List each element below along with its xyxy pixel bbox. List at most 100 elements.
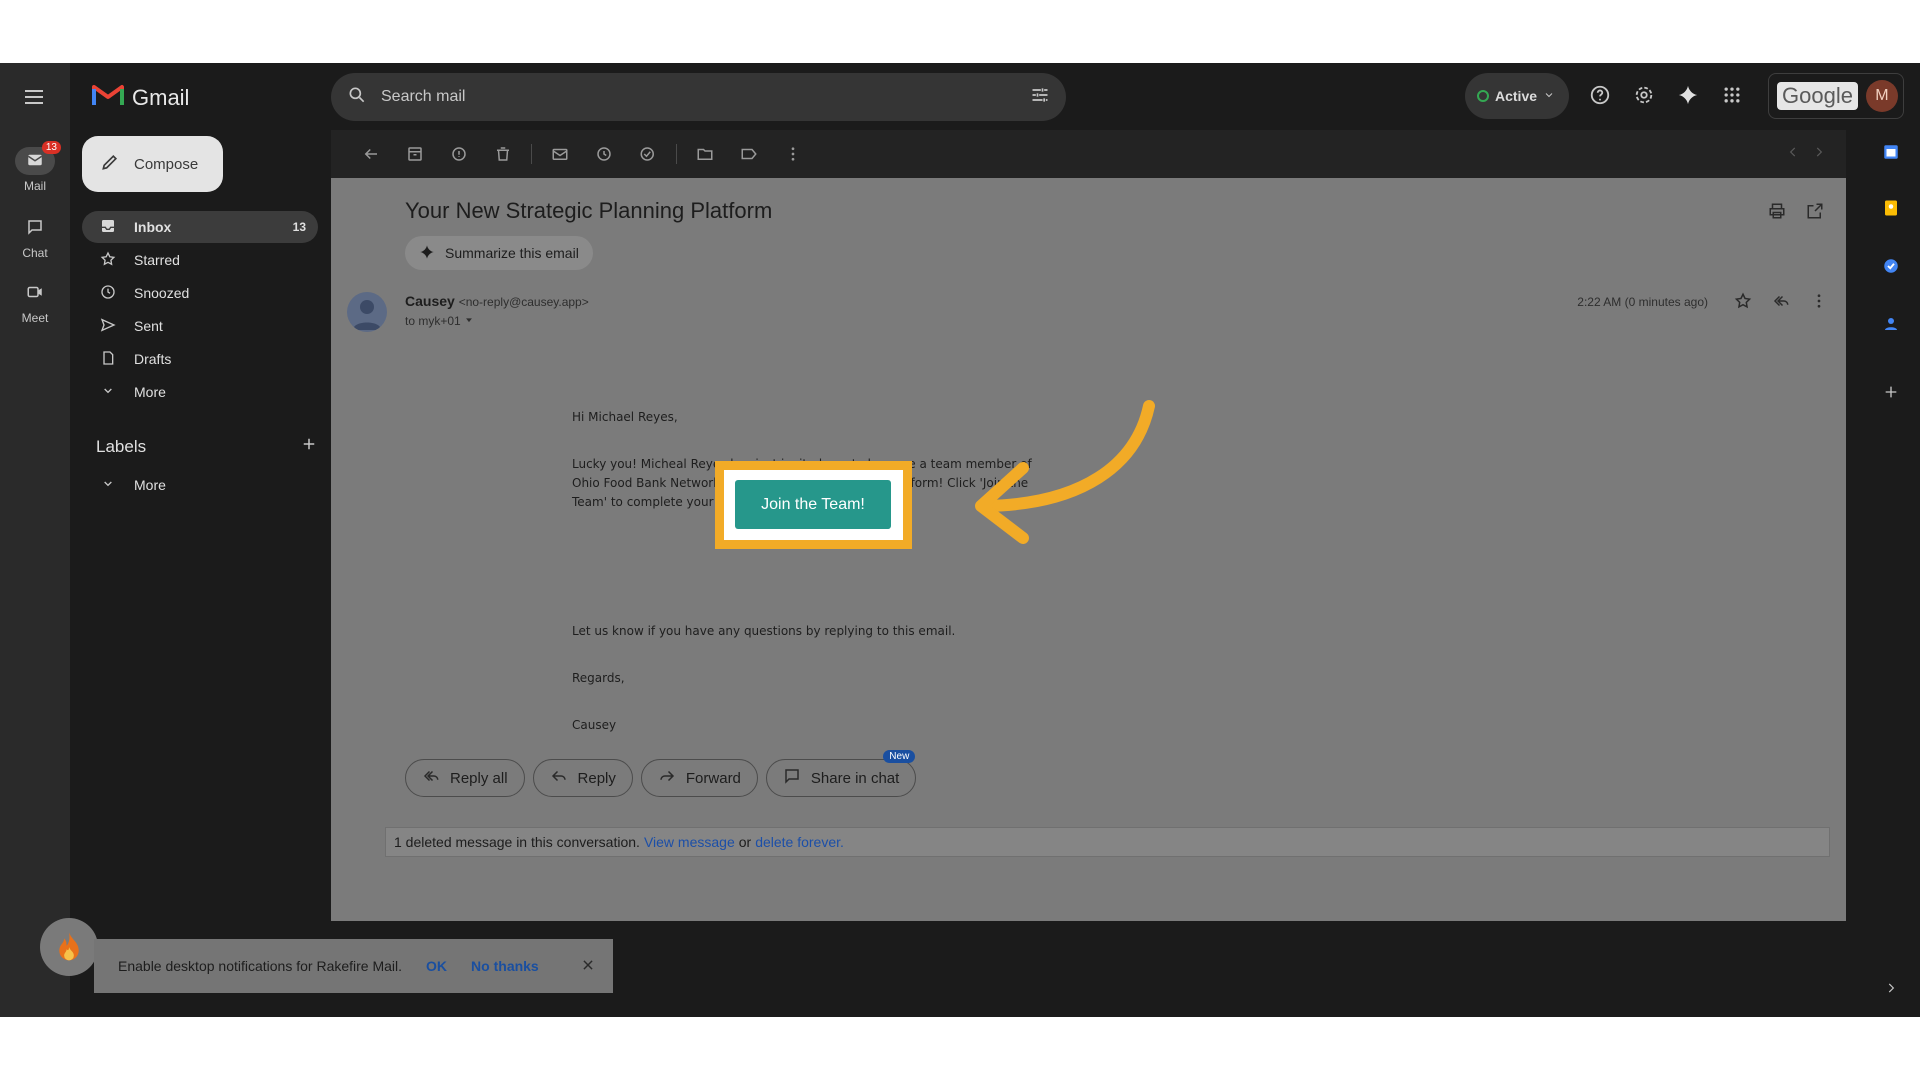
message-timestamp: 2:22 AM (0 minutes ago) (1577, 295, 1708, 309)
email-subject: Your New Strategic Planning Platform (405, 198, 773, 223)
toast-message: Enable desktop notifications for Rakefir… (118, 958, 403, 974)
message-actions (1734, 292, 1828, 315)
rail-chat-label: Chat (22, 246, 48, 260)
join-team-button[interactable]: Join the Team! (735, 480, 891, 529)
add-to-tasks-icon[interactable] (626, 136, 670, 172)
nav-item-label: More (134, 384, 166, 400)
nav-item-more[interactable]: More (82, 376, 318, 408)
toolbar-divider (531, 144, 532, 164)
main-menu-icon[interactable] (22, 85, 46, 109)
app-rail: 13 Mail Chat Meet (0, 63, 70, 1017)
labels-header: Labels (96, 435, 318, 458)
gemini-sparkle-icon[interactable] (1676, 83, 1700, 107)
nav-item-snoozed[interactable]: Snoozed (82, 277, 318, 309)
close-icon[interactable] (581, 958, 595, 975)
nav-item-sent[interactable]: Sent (82, 310, 318, 342)
message-view: Your New Strategic Planning Platform Sum… (331, 178, 1846, 921)
settings-gear-icon[interactable] (1632, 83, 1656, 107)
share-in-chat-button[interactable]: Share in chat New (765, 750, 917, 797)
search-options-icon[interactable] (1030, 85, 1050, 110)
add-addon-icon[interactable] (1882, 383, 1900, 401)
forward-label: Forward (685, 769, 741, 787)
back-arrow-icon[interactable] (349, 136, 393, 172)
nav-item-starred[interactable]: Starred (82, 244, 318, 276)
star-icon[interactable] (1734, 292, 1752, 315)
delete-forever-link[interactable]: delete forever. (755, 834, 844, 850)
archive-icon[interactable] (393, 136, 437, 172)
help-icon[interactable] (1588, 83, 1612, 107)
message-toolbar (331, 130, 1846, 178)
gmail-logo[interactable]: Gmail (92, 83, 189, 113)
nav-item-label: Sent (134, 318, 163, 334)
gmail-m-icon (92, 83, 124, 113)
reply-all-label: Reply all (450, 769, 508, 787)
labels-more-label: More (134, 477, 166, 493)
status-label: Active (1495, 88, 1538, 104)
apps-grid-icon[interactable] (1720, 83, 1744, 107)
sender-name[interactable]: Causey (405, 293, 455, 309)
toast-no-thanks-button[interactable]: No thanks (471, 958, 539, 974)
newer-chevron-left-icon[interactable] (1786, 145, 1800, 164)
snooze-clock-icon[interactable] (582, 136, 626, 172)
search-bar[interactable]: Search mail (331, 73, 1066, 121)
toolbar-divider (676, 144, 677, 164)
search-input[interactable]: Search mail (381, 88, 465, 106)
forward-button[interactable]: Forward (640, 759, 758, 797)
chevron-down-icon (100, 476, 116, 495)
rail-meet-label: Meet (21, 311, 49, 325)
rail-mail-label: Mail (23, 179, 46, 193)
nav-item-label: Snoozed (134, 285, 190, 301)
print-icon[interactable] (1768, 202, 1786, 225)
view-message-link[interactable]: View message (644, 834, 735, 850)
nav-item-inbox[interactable]: Inbox 13 (82, 211, 318, 243)
move-to-folder-icon[interactable] (683, 136, 727, 172)
account-switcher[interactable]: Google M (1768, 73, 1904, 119)
tasks-icon[interactable] (1882, 257, 1900, 275)
open-new-window-icon[interactable] (1806, 202, 1824, 225)
keep-icon[interactable] (1882, 199, 1900, 217)
avatar[interactable]: M (1865, 80, 1898, 112)
compose-button[interactable]: Compose (82, 136, 223, 192)
rail-mail[interactable]: 13 Mail (0, 141, 70, 193)
rail-chat[interactable]: Chat (0, 214, 70, 260)
older-chevron-right-icon[interactable] (1812, 145, 1826, 164)
caret-down-icon[interactable] (464, 314, 474, 328)
status-selector[interactable]: Active (1465, 73, 1569, 119)
reply-all-button[interactable]: Reply all (405, 759, 525, 797)
more-vertical-icon[interactable] (1810, 292, 1828, 315)
more-vertical-icon[interactable] (771, 136, 815, 172)
label-tag-icon[interactable] (727, 136, 771, 172)
folder-nav: Inbox 13 Starred Snoozed Sent Drafts Mor… (82, 211, 318, 409)
mail-unread-badge: 13 (41, 141, 61, 154)
send-icon (100, 317, 116, 336)
deleted-message-notice: 1 deleted message in this conversation. … (385, 827, 1830, 857)
expand-panel-chevron-icon[interactable] (1884, 981, 1898, 1000)
recipient-line[interactable]: to myk+01 (405, 314, 474, 328)
labels-title: Labels (96, 436, 147, 456)
sender-email: <no-reply@causey.app> (458, 295, 589, 309)
contacts-icon[interactable] (1882, 315, 1900, 333)
mark-unread-icon[interactable] (538, 136, 582, 172)
reply-label: Reply (577, 769, 616, 787)
report-spam-icon[interactable] (437, 136, 481, 172)
nav-item-label: Inbox (134, 219, 172, 235)
notification-toast: Enable desktop notifications for Rakefir… (94, 939, 613, 993)
gmail-window: 13 Mail Chat Meet Gmail Compose Inbox 13 (0, 63, 1920, 1017)
nav-item-drafts[interactable]: Drafts (82, 343, 318, 375)
add-label-icon[interactable] (300, 435, 318, 458)
chevron-down-icon (1543, 88, 1555, 104)
search-icon[interactable] (347, 85, 367, 110)
labels-more-item[interactable]: More (82, 469, 318, 501)
pointer-arrow-annotation (975, 400, 1155, 544)
rail-meet[interactable]: Meet (0, 279, 70, 325)
toast-ok-button[interactable]: OK (426, 958, 447, 974)
reply-button[interactable]: Reply (532, 759, 633, 797)
delete-trash-icon[interactable] (481, 136, 525, 172)
message-pager (1786, 145, 1846, 164)
summarize-button[interactable]: Summarize this email (405, 236, 593, 270)
sender-avatar[interactable] (347, 292, 387, 332)
share-in-chat-label: Share in chat (810, 769, 900, 787)
reply-all-icon[interactable] (1772, 292, 1790, 315)
calendar-icon[interactable] (1882, 143, 1900, 161)
chat-icon (26, 218, 44, 239)
